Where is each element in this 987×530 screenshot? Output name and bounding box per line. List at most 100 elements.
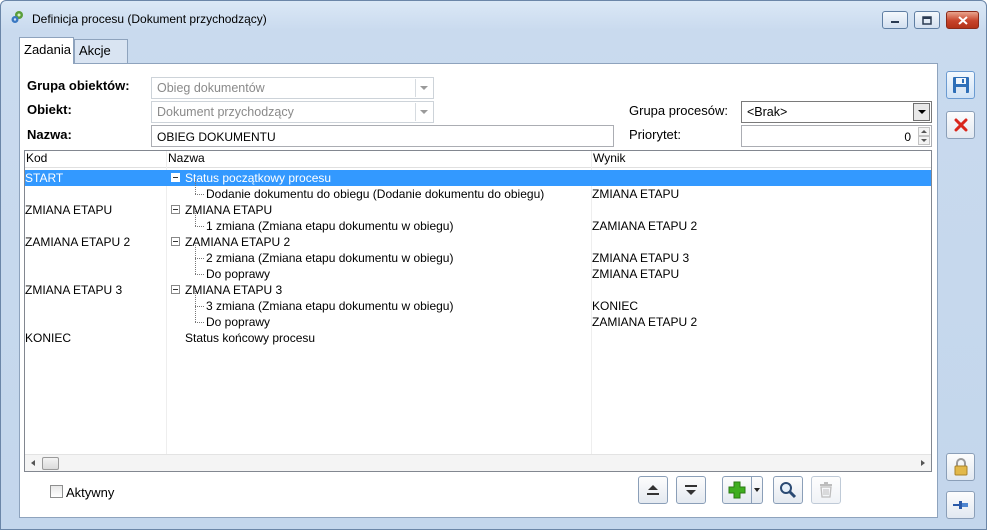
- object-value: Dokument przychodzący: [157, 105, 294, 119]
- table-row[interactable]: START Status początkowy procesu: [25, 170, 931, 186]
- scroll-right-icon[interactable]: [921, 460, 925, 466]
- collapse-icon[interactable]: [171, 285, 180, 294]
- tasks-panel: Grupa obiektów: Obieg dokumentów Obiekt:…: [19, 63, 938, 518]
- minimize-button[interactable]: [882, 11, 908, 29]
- tree-connector: [195, 306, 204, 307]
- cell-nazwa: ZMIANA ETAPU: [185, 203, 273, 217]
- tab-zadania[interactable]: Zadania: [19, 37, 74, 64]
- preview-button[interactable]: [773, 476, 803, 504]
- spin-up-icon[interactable]: [918, 127, 930, 136]
- cell-wynik: ZAMIANA ETAPU 2: [592, 315, 698, 329]
- cell-nazwa: ZAMIANA ETAPU 2: [185, 235, 291, 249]
- horizontal-scrollbar[interactable]: [25, 454, 931, 471]
- spin-down-icon[interactable]: [918, 136, 930, 145]
- table-row[interactable]: 1 zmiana (Zmiana etapu dokumentu w obieg…: [25, 211, 931, 234]
- add-button[interactable]: [722, 476, 752, 504]
- cell-kod: KONIEC: [25, 331, 72, 345]
- floppy-disk-icon: [952, 77, 969, 93]
- chevron-down-icon: [415, 103, 432, 121]
- table-row[interactable]: 3 zmiana (Zmiana etapu dokumentu w obieg…: [25, 291, 931, 314]
- delete-button[interactable]: [811, 476, 841, 504]
- tree-connector: [195, 243, 196, 258]
- column-header-nazwa[interactable]: Nazwa: [167, 151, 205, 167]
- table-row[interactable]: Dodanie dokumentu do obiegu (Dodanie dok…: [25, 179, 931, 202]
- cell-nazwa: Status końcowy procesu: [185, 331, 316, 345]
- chevron-down-icon: [415, 79, 432, 97]
- chevron-down-icon: [913, 103, 930, 121]
- name-value: OBIEG DOKUMENTU: [157, 130, 276, 144]
- chevron-down-icon: [754, 488, 760, 492]
- close-icon: [957, 15, 968, 25]
- cell-nazwa: 3 zmiana (Zmiana etapu dokumentu w obieg…: [206, 299, 454, 313]
- active-checkbox[interactable]: [50, 485, 63, 498]
- tree-connector: [195, 322, 204, 323]
- table-row[interactable]: ZMIANA ETAPU ZMIANA ETAPU: [25, 202, 931, 218]
- process-group-label: Grupa procesów:: [629, 103, 728, 118]
- cell-wynik: ZMIANA ETAPU: [592, 187, 680, 201]
- save-button[interactable]: [946, 71, 975, 99]
- tree-connector: [195, 307, 196, 322]
- cell-kod: ZMIANA ETAPU 3: [25, 283, 123, 297]
- process-gears-icon: [11, 11, 23, 23]
- move-down-button[interactable]: [676, 476, 706, 504]
- priority-label: Priorytet:: [629, 127, 682, 142]
- tasks-grid: Kod Nazwa Wynik START Status początkowy p…: [24, 150, 932, 472]
- object-combo[interactable]: Dokument przychodzący: [151, 101, 434, 123]
- table-row[interactable]: ZAMIANA ETAPU 2 ZAMIANA ETAPU 2: [25, 234, 931, 250]
- table-row[interactable]: Do poprawy ZAMIANA ETAPU 2: [25, 307, 931, 330]
- object-group-value: Obieg dokumentów: [157, 81, 265, 95]
- close-button[interactable]: [946, 11, 979, 29]
- priority-spinner[interactable]: 0: [741, 125, 932, 147]
- collapse-icon[interactable]: [171, 237, 180, 246]
- cell-nazwa: ZMIANA ETAPU 3: [185, 283, 283, 297]
- tree-connector: [195, 226, 204, 227]
- tree-connector: [195, 179, 196, 194]
- cell-wynik: ZAMIANA ETAPU 2: [592, 219, 698, 233]
- column-header-wynik[interactable]: Wynik: [592, 151, 626, 167]
- scrollbar-thumb[interactable]: [42, 457, 59, 470]
- cell-kod: START: [25, 171, 64, 185]
- active-checkbox-label: Aktywny: [66, 485, 115, 500]
- cell-nazwa: 1 zmiana (Zmiana etapu dokumentu w obieg…: [206, 219, 454, 233]
- process-group-combo[interactable]: <Brak>: [741, 101, 932, 123]
- name-input[interactable]: OBIEG DOKUMENTU: [151, 125, 614, 147]
- tree-connector: [195, 194, 204, 195]
- move-up-icon: [647, 485, 659, 495]
- add-dropdown-button[interactable]: [752, 476, 763, 504]
- cell-wynik: ZMIANA ETAPU: [592, 267, 680, 281]
- collapse-icon[interactable]: [171, 173, 180, 182]
- cell-nazwa: 2 zmiana (Zmiana etapu dokumentu w obieg…: [206, 251, 454, 265]
- cell-wynik: ZMIANA ETAPU 3: [592, 251, 690, 265]
- title-bar: Definicja procesu (Dokument przychodzący…: [1, 1, 986, 31]
- cell-nazwa: Do poprawy: [206, 267, 271, 281]
- object-group-combo[interactable]: Obieg dokumentów: [151, 77, 434, 99]
- object-label: Obiekt:: [27, 102, 72, 117]
- tree-connector: [195, 291, 196, 306]
- cell-kod: ZMIANA ETAPU: [25, 203, 113, 217]
- minimize-icon: [891, 21, 899, 23]
- table-row[interactable]: 2 zmiana (Zmiana etapu dokumentu w obieg…: [25, 243, 931, 266]
- magnifier-icon: [780, 482, 797, 499]
- maximize-button[interactable]: [914, 11, 940, 29]
- close-x-icon: [954, 118, 967, 132]
- window-title: Definicja procesu (Dokument przychodzący…: [32, 12, 267, 26]
- header-divider: [25, 167, 931, 168]
- tab-akcje[interactable]: Akcje: [74, 39, 128, 63]
- table-row[interactable]: Do poprawy ZMIANA ETAPU: [25, 259, 931, 282]
- lock-button[interactable]: [946, 453, 975, 481]
- pin-button[interactable]: [946, 491, 975, 519]
- object-group-label: Grupa obiektów:: [27, 78, 130, 93]
- table-row[interactable]: ZMIANA ETAPU 3 ZMIANA ETAPU 3: [25, 282, 931, 298]
- name-label: Nazwa:: [27, 127, 72, 142]
- cancel-button[interactable]: [946, 111, 975, 139]
- column-header-kod[interactable]: Kod: [25, 151, 47, 167]
- tree-connector: [195, 258, 204, 259]
- cell-nazwa: Do poprawy: [206, 315, 271, 329]
- table-row[interactable]: KONIEC Status końcowy procesu: [25, 330, 931, 346]
- move-down-icon: [685, 485, 697, 495]
- tree-connector: [195, 211, 196, 226]
- collapse-icon[interactable]: [171, 205, 180, 214]
- scroll-left-icon[interactable]: [31, 460, 35, 466]
- trash-icon: [820, 482, 832, 498]
- move-up-button[interactable]: [638, 476, 668, 504]
